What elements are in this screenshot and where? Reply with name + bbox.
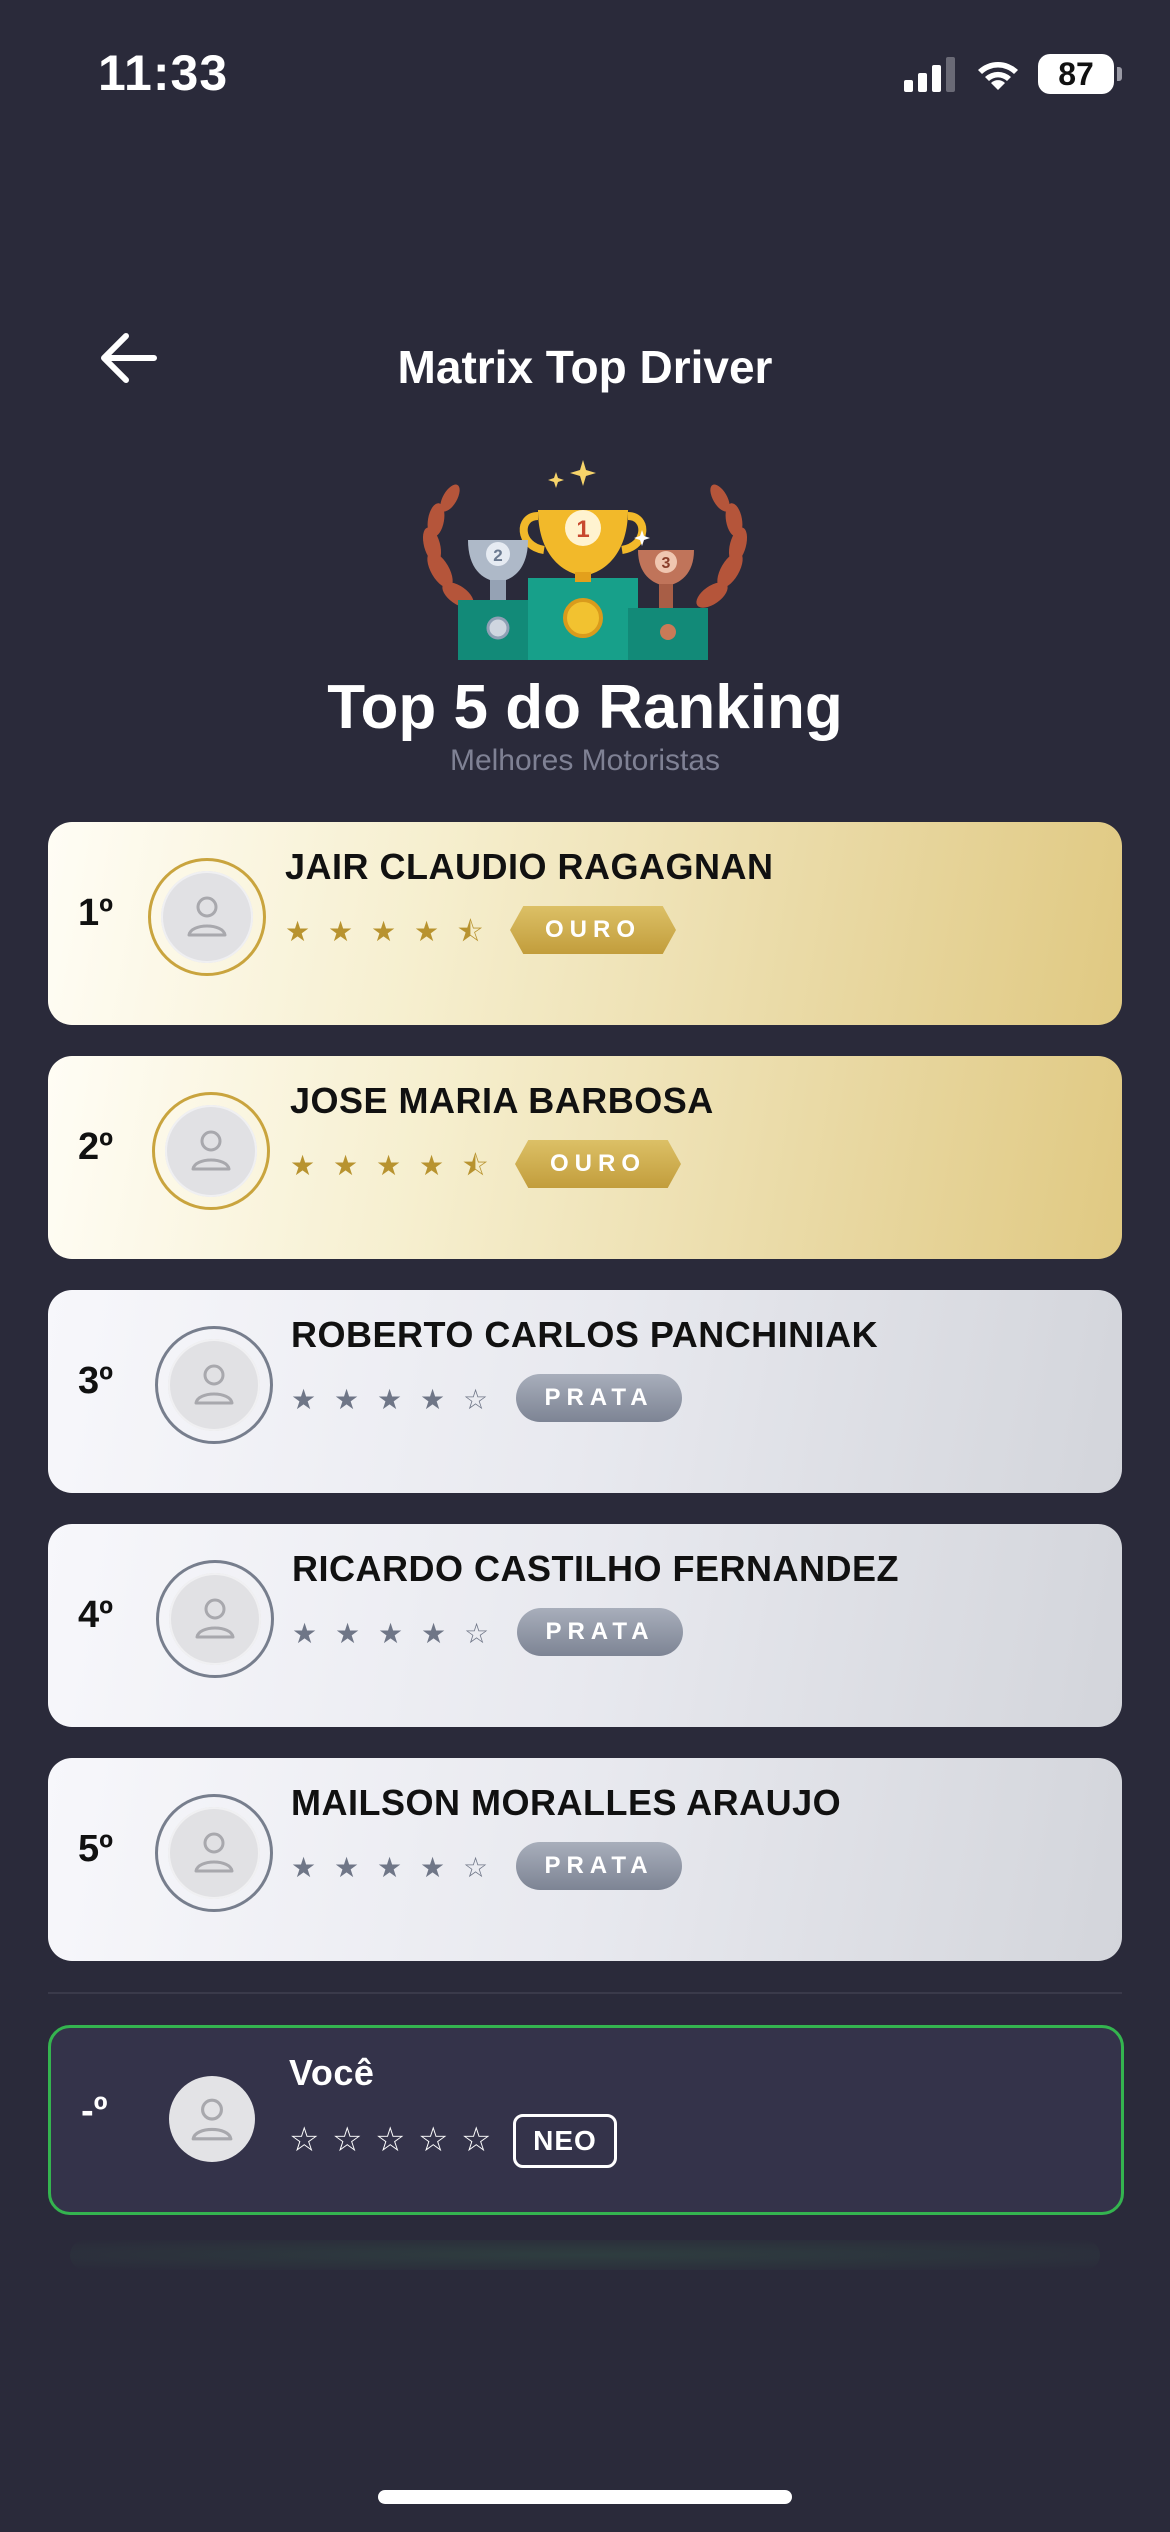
- star-outline-icon: ☆: [289, 2121, 320, 2159]
- star-icon: ★: [334, 1384, 360, 1415]
- driver-name: ROBERTO CARLOS PANCHINIAK: [291, 1314, 879, 1355]
- star-half-icon: ⯪: [462, 1150, 489, 1181]
- star-icon: ★: [334, 1852, 360, 1883]
- tier-badge: PRATA: [516, 1842, 682, 1890]
- star-icon: ★: [376, 1150, 402, 1181]
- star-rating: ★ ★ ★ ★ ☆: [292, 1614, 507, 1654]
- user-icon: [191, 2098, 233, 2141]
- star-icon: ★: [371, 916, 397, 947]
- driver-name: JOSE MARIA BARBOSA: [290, 1080, 714, 1121]
- rank-position: 5º: [78, 1828, 114, 1870]
- star-icon: ★: [285, 916, 311, 947]
- status-bar: 11:33 87: [0, 0, 1170, 150]
- status-icons: 87: [904, 50, 1122, 98]
- home-indicator[interactable]: [378, 2490, 792, 2504]
- user-icon: [191, 1130, 231, 1171]
- star-icon: ★: [328, 916, 354, 947]
- podium-trophy-icon: 1 2 3: [422, 460, 748, 660]
- current-user-card[interactable]: -º Você ☆ ☆ ☆ ☆ ☆ NEO: [48, 2025, 1124, 2215]
- rank-position: 1º: [78, 892, 114, 934]
- ranking-card-4[interactable]: 4º RICARDO CASTILHO FERNANDEZ ★ ★ ★ ★ ☆ …: [48, 1524, 1122, 1727]
- ranking-card-3[interactable]: 3º ROBERTO CARLOS PANCHINIAK ★ ★ ★ ★ ☆ P…: [48, 1290, 1122, 1493]
- driver-name: JAIR CLAUDIO RAGAGNAN: [285, 846, 774, 887]
- ranking-subtitle: Melhores Motoristas: [449, 744, 721, 777]
- star-icon: ★: [378, 1618, 404, 1649]
- rank-position: 4º: [78, 1594, 114, 1636]
- star-icon: ★: [421, 1618, 447, 1649]
- star-icon: ★: [335, 1618, 361, 1649]
- avatar: [169, 2076, 255, 2162]
- star-half-icon: ⯪: [457, 916, 484, 947]
- star-icon: ★: [414, 916, 440, 947]
- star-icon: ★: [419, 1150, 445, 1181]
- user-icon: [195, 1598, 235, 1639]
- star-outline-icon: ☆: [463, 1384, 489, 1415]
- star-icon: ★: [292, 1618, 318, 1649]
- avatar: [152, 1092, 270, 1210]
- driver-name: MAILSON MORALLES ARAUJO: [291, 1782, 842, 1823]
- ranking-card-1[interactable]: 1º JAIR CLAUDIO RAGAGNAN ★ ★ ★ ★ ⯪ OURO: [48, 822, 1122, 1025]
- svg-text:1: 1: [576, 516, 589, 543]
- tier-badge: OURO: [515, 1140, 681, 1188]
- star-outline-icon: ☆: [461, 2121, 492, 2159]
- star-icon: ★: [333, 1150, 359, 1181]
- star-icon: ★: [291, 1384, 317, 1415]
- rank-position: 2º: [78, 1126, 114, 1168]
- divider: [48, 1992, 1122, 1994]
- star-outline-icon: ☆: [332, 2121, 363, 2159]
- star-rating: ☆ ☆ ☆ ☆ ☆: [289, 2120, 504, 2160]
- rank-position: 3º: [78, 1360, 114, 1402]
- star-icon: ★: [377, 1384, 403, 1415]
- tier-badge: PRATA: [516, 1374, 682, 1422]
- star-icon: ★: [290, 1150, 316, 1181]
- avatar: [156, 1560, 274, 1678]
- star-outline-icon: ☆: [464, 1618, 490, 1649]
- driver-name: RICARDO CASTILHO FERNANDEZ: [292, 1548, 899, 1589]
- rank-position: -º: [81, 2090, 108, 2132]
- ranking-card-2[interactable]: 2º JOSE MARIA BARBOSA ★ ★ ★ ★ ⯪ OURO: [48, 1056, 1122, 1259]
- star-rating: ★ ★ ★ ★ ☆: [291, 1380, 506, 1420]
- star-outline-icon: ☆: [375, 2121, 406, 2159]
- star-icon: ★: [420, 1384, 446, 1415]
- user-icon: [194, 1364, 234, 1405]
- star-icon: ★: [291, 1852, 317, 1883]
- cellular-signal-icon: [904, 57, 955, 92]
- avatar: [155, 1794, 273, 1912]
- star-rating: ★ ★ ★ ★ ☆: [291, 1848, 506, 1888]
- battery-icon: 87: [1038, 54, 1122, 94]
- card-glow: [70, 2240, 1100, 2270]
- tier-badge: PRATA: [517, 1608, 683, 1656]
- wifi-icon: [978, 62, 1018, 90]
- star-icon: ★: [377, 1852, 403, 1883]
- user-icon: [187, 896, 227, 937]
- tier-badge: NEO: [513, 2114, 617, 2168]
- avatar: [155, 1326, 273, 1444]
- page-title: Matrix Top Driver: [397, 341, 773, 393]
- status-time: 11:33: [98, 45, 229, 101]
- ranking-title: Top 5 do Ranking: [327, 673, 843, 742]
- tier-badge: OURO: [510, 906, 676, 954]
- ranking-card-5[interactable]: 5º MAILSON MORALLES ARAUJO ★ ★ ★ ★ ☆ PRA…: [48, 1758, 1122, 1961]
- star-outline-icon: ☆: [418, 2121, 449, 2159]
- svg-text:3: 3: [662, 555, 671, 572]
- avatar: [148, 858, 266, 976]
- star-icon: ★: [420, 1852, 446, 1883]
- star-outline-icon: ☆: [463, 1852, 489, 1883]
- user-icon: [194, 1832, 234, 1873]
- star-rating: ★ ★ ★ ★ ⯪: [285, 912, 500, 952]
- svg-text:2: 2: [493, 546, 502, 565]
- user-name: Você: [289, 2052, 375, 2093]
- star-rating: ★ ★ ★ ★ ⯪: [290, 1146, 505, 1186]
